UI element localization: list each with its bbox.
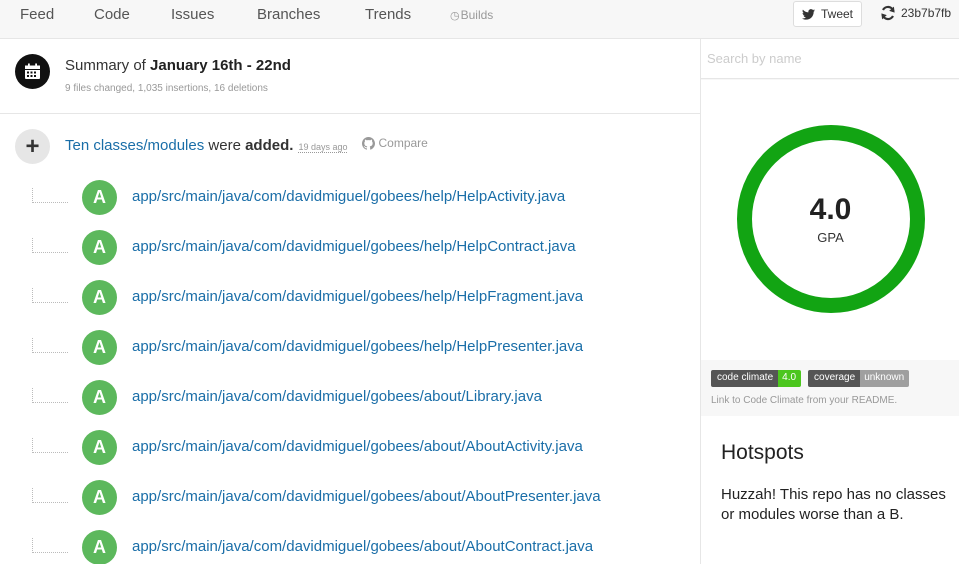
tree-connector [32,388,68,403]
file-link[interactable]: app/src/main/java/com/davidmiguel/gobees… [132,438,583,455]
tab-code[interactable]: Code [94,6,130,23]
summary-header: Summary of January 16th - 22nd 9 files c… [0,39,700,114]
compare-label: Compare [378,136,428,150]
commit-hash: 23b7b7fb [901,6,952,20]
tab-issues[interactable]: Issues [171,6,214,23]
badge-key: coverage [808,370,861,387]
gpa-label: GPA [817,230,844,245]
tab-trends[interactable]: Trends [365,6,411,23]
tree-connector [32,288,68,303]
added-badge: A [82,480,117,515]
sidebar: 4.0 GPA code climate 4.0 coverage unknow… [700,39,959,564]
added-badge: A [82,380,117,415]
file-row: Aapp/src/main/java/com/davidmiguel/gobee… [0,180,700,230]
github-icon [362,136,376,150]
added-badge: A [82,530,117,564]
tree-connector [32,188,68,203]
summary-meta: 9 files changed, 1,035 insertions, 16 de… [65,83,268,94]
file-row: Aapp/src/main/java/com/davidmiguel/gobee… [0,230,700,280]
file-row: Aapp/src/main/java/com/davidmiguel/gobee… [0,430,700,480]
compare-link[interactable]: Compare [362,136,428,150]
file-link[interactable]: app/src/main/java/com/davidmiguel/gobees… [132,188,565,205]
twitter-icon [801,8,815,20]
gpa-value: 4.0 [809,193,852,226]
badge-key: code climate [711,370,779,387]
hotspots-text: Huzzah! This repo has no classes or modu… [721,486,946,523]
file-row: Aapp/src/main/java/com/davidmiguel/gobee… [0,280,700,330]
file-link[interactable]: app/src/main/java/com/davidmiguel/gobees… [132,488,601,505]
file-link[interactable]: app/src/main/java/com/davidmiguel/gobees… [132,238,576,255]
top-nav: Feed Code Issues Branches Trends ◷Builds… [0,0,959,39]
tree-connector [32,238,68,253]
summary-prefix: Summary of [65,57,146,74]
code-climate-badge[interactable]: code climate 4.0 [711,370,802,387]
gpa-card: 4.0 GPA [701,80,959,360]
event-action: added. [245,136,294,154]
hotspots-panel: Hotspots Huzzah! This repo has no classe… [701,416,959,564]
file-link[interactable]: app/src/main/java/com/davidmiguel/gobees… [132,288,583,305]
refresh-icon [881,5,895,21]
added-badge: A [82,230,117,265]
tab-builds[interactable]: ◷Builds [450,8,493,22]
added-badge: A [82,280,117,315]
badge-note: Link to Code Climate from your README. [711,395,898,406]
file-row: Aapp/src/main/java/com/davidmiguel/gobee… [0,480,700,530]
summary-range: January 16th - 22nd [150,57,291,74]
coverage-badge[interactable]: coverage unknown [808,370,910,387]
plus-icon: + [15,129,50,164]
event-timestamp: 19 days ago [298,141,348,153]
file-row: Aapp/src/main/java/com/davidmiguel/gobee… [0,380,700,430]
tab-feed[interactable]: Feed [20,6,54,23]
tree-connector [32,438,68,453]
tab-branches[interactable]: Branches [257,6,320,23]
tweet-button[interactable]: Tweet [793,1,862,27]
tree-connector [32,538,68,553]
search-input[interactable] [701,39,959,79]
badge-value: unknown [860,370,910,387]
file-link[interactable]: app/src/main/java/com/davidmiguel/gobees… [132,338,583,355]
classes-link[interactable]: Ten classes/modules [65,137,204,154]
badge-value: 4.0 [778,370,802,387]
file-link[interactable]: app/src/main/java/com/davidmiguel/gobees… [132,538,593,555]
added-badge: A [82,330,117,365]
file-row: Aapp/src/main/java/com/davidmiguel/gobee… [0,530,700,564]
commit-ref[interactable]: 23b7b7fb [880,5,951,21]
summary-title: Summary of January 16th - 22nd [65,57,291,74]
added-badge: A [82,430,117,465]
tree-connector [32,338,68,353]
calendar-icon [15,54,50,89]
hotspots-title: Hotspots [721,441,804,464]
tab-builds-label: Builds [460,8,494,22]
clock-icon: ◷ [450,10,460,22]
file-link[interactable]: app/src/main/java/com/davidmiguel/gobees… [132,388,542,405]
event-mid-text: were [208,136,241,154]
tweet-label: Tweet [820,7,853,21]
readme-badges: code climate 4.0 coverage unknown [711,370,910,387]
event-header: Ten classes/modules were added. 19 days … [65,136,428,154]
tree-connector [32,488,68,503]
file-row: Aapp/src/main/java/com/davidmiguel/gobee… [0,330,700,380]
added-badge: A [82,180,117,215]
